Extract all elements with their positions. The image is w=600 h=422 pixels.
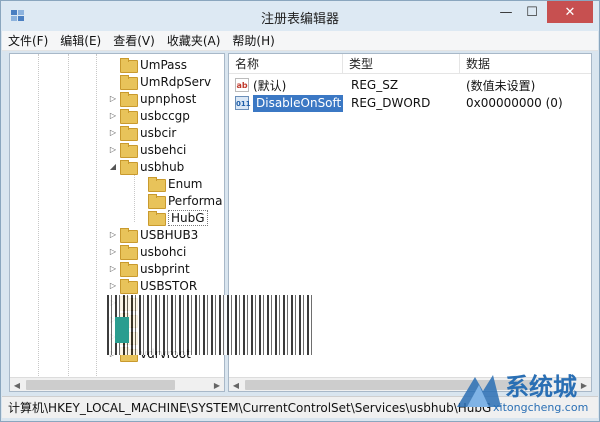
- tree-item[interactable]: UmPass: [108, 56, 187, 73]
- column-data[interactable]: 数据: [460, 54, 591, 74]
- tree-item-label: usbprint: [140, 261, 190, 276]
- tree-item-label: USBHUB3: [140, 227, 199, 242]
- tree-item-label: usbccgp: [140, 108, 190, 123]
- folder-icon: [120, 228, 138, 243]
- tree-item[interactable]: ▷ usbccgp: [108, 107, 190, 124]
- column-type[interactable]: 类型: [343, 54, 460, 74]
- menu-favorites[interactable]: 收藏夹(A): [161, 31, 227, 51]
- expand-icon[interactable]: ▷: [108, 264, 118, 273]
- close-icon[interactable]: ✕: [547, 1, 593, 23]
- maximize-icon[interactable]: ☐: [519, 1, 545, 23]
- folder-icon: [120, 262, 138, 277]
- tree-item-label: HubG: [168, 209, 208, 226]
- tree-guide-line: [38, 54, 39, 378]
- folder-icon: [148, 194, 166, 209]
- menu-view[interactable]: 查看(V): [107, 31, 161, 51]
- site-watermark: 系统城 xitongcheng.com: [453, 367, 599, 421]
- folder-icon: [120, 160, 138, 175]
- minimize-icon[interactable]: —: [493, 1, 519, 23]
- tree-item[interactable]: UmRdpServ: [108, 73, 211, 90]
- title-bar[interactable]: 注册表编辑器 — ☐ ✕: [1, 1, 599, 31]
- tree-item-label: usbhub: [140, 159, 185, 174]
- collapse-icon[interactable]: ◢: [108, 162, 118, 171]
- watermark-url: xitongcheng.com: [493, 401, 589, 414]
- regedit-window: 注册表编辑器 — ☐ ✕ 文件(F) 编辑(E) 查看(V) 收藏夹(A) 帮助…: [0, 0, 600, 422]
- value-type: REG_DWORD: [351, 96, 431, 110]
- watermark-name: 系统城: [505, 373, 577, 401]
- scroll-left-icon[interactable]: ◀: [229, 378, 243, 391]
- value-name: (默认): [253, 78, 287, 93]
- folder-icon: [120, 143, 138, 158]
- tree-item-label: Enum: [168, 176, 203, 191]
- menu-bar: 文件(F) 编辑(E) 查看(V) 收藏夹(A) 帮助(H): [2, 31, 598, 51]
- tree-item-label: UmRdpServ: [140, 74, 212, 89]
- tree-item[interactable]: ▷ usbohci: [108, 243, 186, 260]
- image-artifact: [115, 317, 129, 343]
- tree-guide-line: [68, 54, 69, 378]
- expand-icon[interactable]: ▷: [108, 128, 118, 137]
- tree-guide-line: [134, 170, 135, 222]
- value-row-default[interactable]: ab (默认) REG_SZ (数值未设置): [229, 76, 591, 94]
- value-type: REG_SZ: [351, 78, 399, 92]
- menu-help[interactable]: 帮助(H): [226, 31, 280, 51]
- folder-icon: [120, 92, 138, 107]
- folder-icon: [120, 75, 138, 90]
- tree-item[interactable]: ▷ usbehci: [108, 141, 186, 158]
- tree-item-label: UmPass: [140, 57, 188, 72]
- folder-icon: [120, 126, 138, 141]
- tree-item-label: usbcir: [140, 125, 177, 140]
- tree-item[interactable]: HubG: [136, 209, 208, 226]
- value-data: 0x00000000 (0): [466, 96, 563, 110]
- expand-icon[interactable]: ▷: [108, 247, 118, 256]
- folder-icon: [120, 58, 138, 73]
- tree-item[interactable]: Enum: [136, 175, 202, 192]
- tree-item[interactable]: ▷ USBHUB3: [108, 226, 198, 243]
- binary-value-icon: 011: [235, 96, 251, 110]
- folder-icon: [120, 245, 138, 260]
- menu-file[interactable]: 文件(F): [2, 31, 54, 51]
- expand-icon[interactable]: ▷: [108, 111, 118, 120]
- tree-item[interactable]: ◢ usbhub: [108, 158, 184, 175]
- expand-icon[interactable]: ▷: [108, 281, 118, 290]
- column-name[interactable]: 名称: [229, 54, 343, 74]
- folder-icon: [120, 279, 138, 294]
- scroll-right-icon[interactable]: ▶: [210, 378, 224, 391]
- value-row-disableonsoft[interactable]: 011 DisableOnSoft... REG_DWORD 0x0000000…: [229, 94, 591, 112]
- folder-icon: [120, 109, 138, 124]
- expand-icon[interactable]: ▷: [108, 94, 118, 103]
- tree-item-label: usbehci: [140, 142, 187, 157]
- tree-guide-line: [96, 54, 97, 378]
- menu-edit[interactable]: 编辑(E): [54, 31, 107, 51]
- rename-input[interactable]: DisableOnSoft...: [253, 94, 343, 112]
- tree-scroll-thumb[interactable]: [26, 380, 175, 390]
- tree-item-label: Performa: [168, 193, 223, 208]
- tree-item-label: USBSTOR: [140, 278, 198, 293]
- tree-item[interactable]: ▷ usbprint: [108, 260, 190, 277]
- folder-icon: [148, 177, 166, 192]
- tree-item[interactable]: ▷ upnphost: [108, 90, 196, 107]
- tree-item[interactable]: ▷ usbcir: [108, 124, 176, 141]
- expand-icon[interactable]: ▷: [108, 230, 118, 239]
- tree-horizontal-scrollbar[interactable]: ◀ ▶: [10, 377, 224, 391]
- scroll-left-icon[interactable]: ◀: [10, 378, 24, 391]
- expand-icon[interactable]: ▷: [108, 145, 118, 154]
- string-value-icon: ab: [235, 78, 249, 92]
- tree-item-label: upnphost: [140, 91, 197, 106]
- image-artifact: [107, 295, 313, 355]
- value-data: (数值未设置): [466, 78, 536, 93]
- folder-icon: [148, 211, 166, 226]
- tree-item[interactable]: Performa: [136, 192, 222, 209]
- tree-item[interactable]: ▷ USBSTOR: [108, 277, 197, 294]
- list-header: 名称 类型 数据: [229, 54, 591, 74]
- tree-item-label: usbohci: [140, 244, 187, 259]
